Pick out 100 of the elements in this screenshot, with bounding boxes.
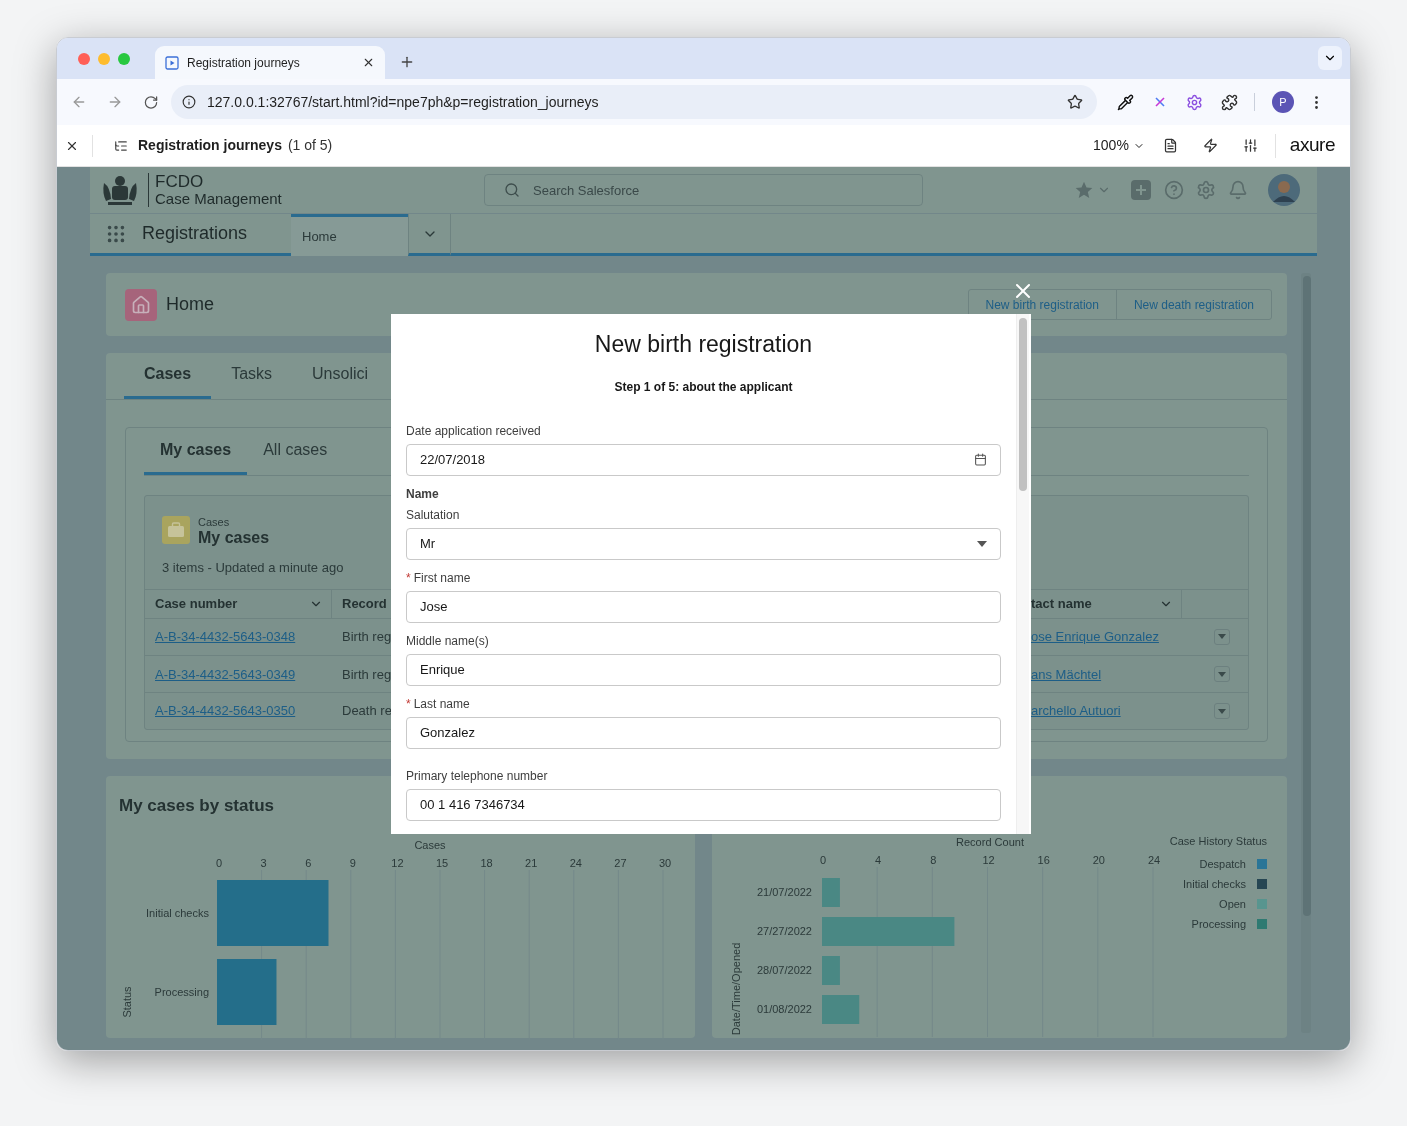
tab[interactable]: My cases [144,427,248,475]
page-list-icon[interactable] [114,138,128,153]
search-field[interactable]: Search Salesforce [484,174,923,206]
date-field[interactable]: 22/07/2018 [406,443,1001,476]
nav-dropdown-button[interactable] [408,214,451,256]
table-cell-text: Birth reg [342,665,392,684]
tab[interactable]: Tasks [211,352,293,399]
tab-title: Registration journeys [187,54,301,72]
notifications-icon[interactable] [1228,180,1248,200]
reload-icon[interactable] [143,94,159,110]
category-label: Initial checks [146,906,209,919]
favorites-star-icon[interactable] [1074,180,1094,200]
help-icon[interactable] [1164,180,1184,200]
modal-title: New birth registration [593,330,814,359]
settings-icon[interactable] [1196,180,1216,200]
extensions-icon[interactable] [1221,93,1238,111]
crest-logo [100,173,140,207]
profile-avatar[interactable]: P [1272,91,1294,113]
axis-tick-label: 12 [391,856,404,869]
close-tab-icon[interactable] [362,56,375,69]
browser-tab[interactable]: Registration journeys [155,46,385,79]
axis-title: Date/Time/Opened [730,942,742,1036]
caret-icon [977,540,987,547]
step-indicator: Step 1 of 5: about the applicant [613,378,794,396]
org-name: FCDO [155,173,205,190]
lightning-icon[interactable] [1202,138,1218,153]
org-subtitle: Case Management [155,190,282,207]
app-name: Registrations [142,222,248,245]
caret-icon [1218,671,1226,677]
notes-icon[interactable] [1162,138,1178,153]
axis-tick-label: 3 [260,856,267,869]
case-number-link[interactable]: A-B-34-4432-5643-0349 [155,664,296,684]
axis-tick-label: 0 [215,856,223,869]
table-cell-text: Death re [342,702,392,721]
axis-tick-label: 24 [1147,854,1161,866]
axis-title: Record Count [956,836,1024,848]
axis-tick-label: 20 [1092,854,1105,866]
close-window-control[interactable] [78,52,90,65]
bookmark-star-icon[interactable] [1067,94,1083,110]
axis-title: Status [121,985,133,1018]
input-field[interactable]: Jose [406,590,1001,623]
add-icon[interactable] [1131,180,1151,200]
legend-label: Open [1219,898,1246,910]
axis-tick-label: 15 [435,856,449,869]
input-field[interactable]: Enrique [406,653,1001,686]
axis-tick-label: 0 [819,854,827,866]
tab-list-button[interactable] [1318,46,1342,70]
gear-icon[interactable] [1186,93,1203,111]
column-header[interactable]: Case number [145,589,332,618]
contact-link[interactable]: ose Enrique Gonzalez [1031,627,1159,647]
case-number-link[interactable]: A-B-34-4432-5643-0350 [155,701,296,721]
action-button[interactable]: New birth registration [968,290,1116,319]
action-button[interactable]: New death registration [1115,290,1271,319]
tab[interactable]: All cases [247,427,344,475]
legend-title: Case History Status [1169,835,1267,847]
page-title: Registration journeys [138,136,282,155]
house-icon [131,294,151,315]
input-field[interactable]: 00 1 416 7346734 [406,788,1001,821]
legend-label: Initial checks [1183,878,1246,890]
list-meta: 3 items - Updated a minute ago [162,559,344,577]
case-number-link[interactable]: A-B-34-4432-5643-0348 [155,627,296,647]
contact-link[interactable]: archello Autuori [1031,701,1121,721]
address-bar[interactable]: 127.0.0.1:32767/start.html?id=npe7ph&p=registration_journeys [171,85,1097,119]
tab[interactable]: Cases [124,352,212,399]
salutation-dropdown[interactable]: Mr [406,527,1001,560]
scrollbar-thumb[interactable] [1019,318,1027,491]
category-label: 01/08/2022 [756,1003,812,1015]
row-actions-button[interactable] [1214,703,1230,720]
input-field[interactable]: Gonzalez [406,716,1001,749]
forward-icon[interactable] [107,94,123,110]
caret-icon [1218,634,1226,640]
search-icon [504,182,520,198]
sliders-icon[interactable] [1242,138,1258,153]
nav-tab[interactable]: Home [291,214,408,256]
row-actions-button[interactable] [1214,666,1230,683]
field-label: Primary telephone number [406,767,549,785]
axis-tick-label: 8 [930,854,937,866]
tab[interactable]: Unsolici [292,352,389,399]
calendar-icon [974,453,987,466]
object-label: Cases [198,515,231,530]
axis-tick-label: 27 [614,856,627,869]
extension-icon[interactable] [1154,96,1166,108]
user-avatar[interactable] [1268,174,1300,206]
zoom-selector[interactable]: 100% [1093,135,1145,156]
chart-title: My cases by status [119,795,274,817]
axis-tick-label: 16 [1037,854,1050,866]
page-icon [165,55,179,70]
back-icon[interactable] [71,94,87,110]
new-tab-icon[interactable] [399,54,415,70]
page-heading: Home [166,293,214,316]
category-label: 28/07/2022 [756,964,812,976]
row-actions-button[interactable] [1214,628,1230,645]
axis-tick-label: 24 [569,856,582,869]
contact-link[interactable]: ans Mächtel [1031,664,1102,684]
list-title: My cases [198,530,270,546]
legend-label: Despatch [1199,858,1246,870]
briefcase-icon [162,516,190,544]
eyedropper-icon[interactable] [1117,93,1134,111]
axis-tick-label: 21 [525,856,538,869]
field-label: Salutation [406,506,461,524]
